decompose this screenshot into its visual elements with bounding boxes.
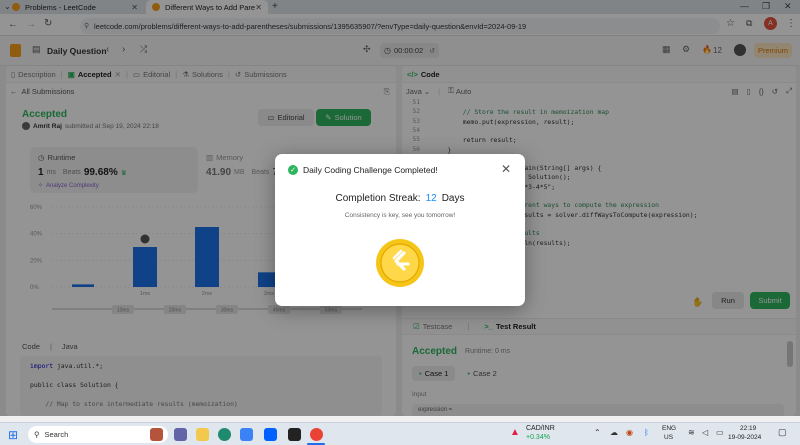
teams-icon[interactable]: [174, 428, 187, 441]
search-highlight-icon[interactable]: [150, 428, 163, 441]
streak-unit: Days: [441, 193, 465, 204]
clock-date: 19-09-2024: [728, 434, 762, 441]
file-explorer-icon[interactable]: [196, 428, 209, 441]
dropbox-icon[interactable]: [264, 428, 277, 441]
close-icon[interactable]: ✕: [501, 162, 511, 176]
modal-subtitle: Consistency is key, see you tomorrow!: [344, 212, 456, 219]
clock-time[interactable]: 22:19: [740, 425, 756, 432]
cloud-icon[interactable]: ☁: [610, 428, 618, 437]
streak-label: Completion Streak:: [335, 193, 421, 204]
volume-icon[interactable]: ◁: [702, 428, 708, 437]
coin-badge-icon: [376, 239, 424, 287]
challenge-complete-modal: ✓ Daily Coding Challenge Completed! ✕ Co…: [275, 154, 525, 306]
windows-taskbar: ⊞ ⚲ Search ▲ CAD/INR +0.34% ⌃ ☁ ◉ ᛒ ENG …: [0, 422, 800, 445]
amazon-icon[interactable]: [288, 428, 301, 441]
language-code[interactable]: ENG: [662, 425, 676, 432]
edge-icon[interactable]: [218, 428, 231, 441]
modal-title: Daily Coding Challenge Completed!: [303, 165, 438, 175]
ticker-name[interactable]: CAD/INR: [526, 425, 555, 432]
show-hidden-icons[interactable]: ⌃: [594, 428, 601, 437]
check-circle-icon: ✓: [288, 165, 298, 175]
streak-line: Completion Streak: 12 Days: [275, 193, 525, 204]
battery-icon[interactable]: ▭: [716, 428, 724, 437]
ticker-change: +0.34%: [526, 434, 550, 441]
search-icon: ⚲: [34, 430, 40, 439]
tray-app-icon[interactable]: ◉: [626, 428, 633, 437]
chrome-icon[interactable]: [310, 428, 323, 441]
region-code: US: [664, 434, 674, 441]
taskbar-search[interactable]: ⚲ Search: [28, 426, 168, 443]
windows-start-icon[interactable]: ⊞: [8, 428, 18, 442]
wifi-icon[interactable]: ≋: [688, 428, 695, 437]
streak-value: 12: [425, 193, 437, 204]
modal-header: ✓ Daily Coding Challenge Completed!: [288, 165, 438, 175]
stock-icon: ▲: [510, 427, 520, 438]
notifications-icon[interactable]: ▢: [778, 427, 787, 438]
bluetooth-icon[interactable]: ᛒ: [644, 428, 649, 437]
store-icon[interactable]: [240, 428, 253, 441]
